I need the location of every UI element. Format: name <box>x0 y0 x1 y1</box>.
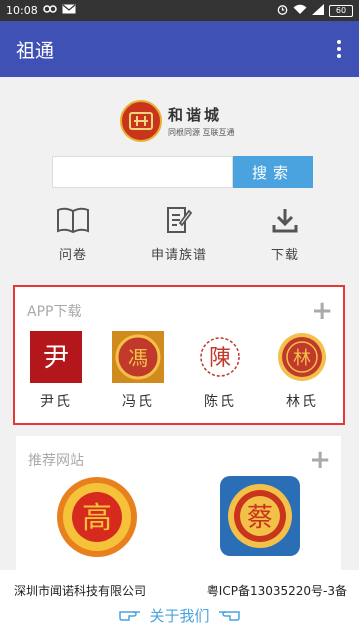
app-item-yin[interactable]: 尹 尹氏 <box>15 331 97 411</box>
feng-clan-glyph: 馮 <box>128 346 148 370</box>
recommended-sites-section: 推荐网站 + 高 蔡 <box>16 436 341 576</box>
mail-icon <box>62 4 76 17</box>
search-input[interactable] <box>52 156 233 188</box>
search-button[interactable]: 搜索 <box>233 156 313 188</box>
battery-level: 60 <box>335 6 347 15</box>
site-gao-logo: 高 <box>57 477 137 557</box>
app-label: 冯氏 <box>122 394 154 410</box>
app-item-chen[interactable]: 陳 陈氏 <box>179 331 261 411</box>
section-title: 推荐网站 <box>28 453 84 469</box>
quick-link-apply-genealogy[interactable]: 申请族谱 <box>134 204 224 263</box>
feng-clan-icon: 馮 <box>112 331 164 383</box>
site-item-gao[interactable]: 高 <box>56 476 138 562</box>
chen-clan-glyph: 陳 <box>209 346 231 371</box>
status-bar: 10:08 60 <box>0 0 359 21</box>
app-label: 林氏 <box>286 394 318 410</box>
add-icon[interactable]: + <box>309 447 331 473</box>
brand-seal-icon <box>120 99 162 142</box>
download-icon <box>240 204 330 236</box>
add-icon[interactable]: + <box>311 298 333 324</box>
sync-icon <box>42 4 57 17</box>
yin-clan-glyph: 尹 <box>43 343 69 373</box>
app-download-section: APP下载 + 尹 尹氏 馮 冯氏 陳 陈氏 林 林氏 <box>13 285 345 425</box>
section-title: APP下载 <box>27 304 82 320</box>
site-cai-logo: 蔡 <box>220 476 300 556</box>
page-title: 祖通 <box>16 39 55 62</box>
about-us-link[interactable]: 关于我们 <box>0 605 359 626</box>
site-item-cai[interactable]: 蔡 <box>220 476 300 560</box>
icp-license: 粤ICP备13035220号-3备 <box>206 584 347 598</box>
signal-icon <box>312 3 324 18</box>
battery-icon: 60 <box>329 4 353 17</box>
brand-logo: 和谐城 同根同源 互联互通 <box>120 98 245 143</box>
quick-link-label: 下载 <box>270 248 299 263</box>
search-bar: 搜索 <box>52 156 313 188</box>
wifi-icon <box>293 4 307 18</box>
pointing-hand-right-icon <box>119 607 141 625</box>
brand-slogan: 同根同源 互联互通 <box>168 127 235 137</box>
brand-name: 和谐城 <box>168 105 223 124</box>
app-label: 尹氏 <box>40 394 72 410</box>
book-icon <box>28 204 118 236</box>
lin-clan-glyph: 林 <box>293 348 311 369</box>
app-bar: 祖通 <box>0 21 359 77</box>
site-gao-glyph: 高 <box>82 501 112 536</box>
company-name: 深圳市闻诺科技有限公司 <box>14 584 147 598</box>
site-cai-glyph: 蔡 <box>247 503 273 533</box>
status-time: 10:08 <box>6 4 38 17</box>
alarm-icon <box>277 4 288 18</box>
footer: 深圳市闻诺科技有限公司 粤ICP备13035220号-3备 关于我们 <box>0 570 359 639</box>
app-label: 陈氏 <box>204 394 236 410</box>
edit-document-icon <box>134 204 224 236</box>
lin-clan-icon: 林 <box>276 331 328 383</box>
app-item-feng[interactable]: 馮 冯氏 <box>97 331 179 411</box>
about-us-label: 关于我们 <box>149 607 210 625</box>
pointing-hand-left-icon <box>218 607 240 625</box>
quick-link-download[interactable]: 下载 <box>240 204 330 263</box>
overflow-menu-icon[interactable] <box>333 34 345 64</box>
app-item-lin[interactable]: 林 林氏 <box>261 331 343 411</box>
quick-link-survey[interactable]: 问卷 <box>28 204 118 263</box>
yin-clan-icon: 尹 <box>30 331 82 383</box>
quick-link-label: 申请族谱 <box>150 248 207 263</box>
chen-clan-icon: 陳 <box>194 331 246 383</box>
quick-link-label: 问卷 <box>58 248 87 263</box>
